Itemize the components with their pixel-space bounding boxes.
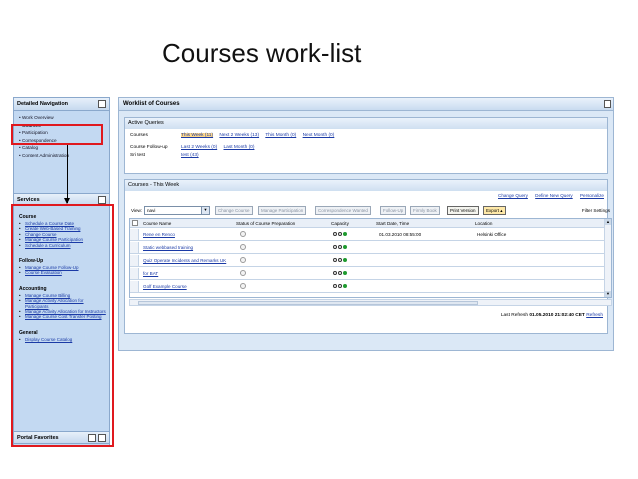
follow-up-button[interactable]: Follow-Up <box>380 206 407 215</box>
worklist-panel: Worklist of Courses Active Queries Cours… <box>118 97 614 351</box>
course-name-link[interactable]: Golf Example Course <box>143 284 187 289</box>
view-label: View: <box>131 208 143 213</box>
query-row: Courses This Week (11) Next 2 Weeks (13)… <box>125 132 607 141</box>
scroll-up-icon[interactable]: ▲ <box>605 219 611 225</box>
chevron-down-icon: ▼ <box>201 207 209 214</box>
column-header-course-name[interactable]: Course Name <box>143 221 171 226</box>
course-name-link[interactable]: for BAT <box>143 271 158 276</box>
table-row[interactable]: Quiz Operate Incidents and Remarks UK <box>130 255 605 267</box>
collapse-icon[interactable] <box>604 100 611 108</box>
query-link[interactable]: Last Month (0) <box>224 145 255 150</box>
change-query-link[interactable]: Change Query <box>498 193 528 198</box>
row-selector[interactable] <box>130 229 139 240</box>
table-row[interactable]: Rene en Renco 01.03.2010 08:55:00 Helsin… <box>130 229 605 241</box>
status-icon <box>240 257 246 263</box>
worklist-header: Worklist of Courses <box>119 98 613 111</box>
column-header-location[interactable]: Location <box>475 221 492 226</box>
status-icon <box>240 231 246 237</box>
services-highlight-box <box>11 204 114 447</box>
query-label: Courses <box>130 133 148 138</box>
query-label: Sri test <box>130 153 145 158</box>
active-queries-box: Active Queries Courses This Week (11) Ne… <box>124 117 608 174</box>
column-header-start-date[interactable]: Start Date, Time <box>376 221 409 226</box>
manage-participation-button[interactable]: Manage Participation <box>258 206 307 215</box>
define-new-query-link[interactable]: Define New Query <box>535 193 573 198</box>
status-icon <box>240 283 246 289</box>
active-queries-title: Active Queries <box>125 118 607 129</box>
filter-settings-links[interactable]: Filter Settings <box>582 208 610 213</box>
collapse-icon[interactable] <box>98 196 106 204</box>
last-refresh-label: Last Refresh <box>500 313 529 318</box>
table-row[interactable]: Golf Example Course <box>130 281 605 293</box>
detailed-navigation-header: Detailed Navigation <box>14 98 109 111</box>
correspondence-wanted-button[interactable]: Correspondence Wanted <box>315 206 371 215</box>
table-row[interactable]: for BAT <box>130 268 605 280</box>
row-selector[interactable] <box>130 281 139 292</box>
capacity-icon <box>333 245 348 250</box>
courses-this-week-box: Courses - This Week Change Query Define … <box>124 179 612 334</box>
personalize-link[interactable]: Personalize <box>580 193 604 198</box>
scroll-thumb[interactable] <box>138 301 478 305</box>
nav-item-work-overview[interactable]: Work Overview <box>19 114 106 122</box>
export-label: Export <box>486 208 500 213</box>
row-selector[interactable] <box>130 255 139 266</box>
query-link[interactable]: Next 2 Weeks (13) <box>219 133 259 138</box>
services-title: Services <box>17 197 40 203</box>
location-cell: Helsinki Office <box>477 232 507 237</box>
last-refresh-value: 01.05.2010 21:02:40 CET <box>529 313 585 318</box>
change-course-button[interactable]: Change Course <box>215 206 253 215</box>
capacity-icon <box>333 271 348 276</box>
query-row: Course Follow-up Last 2 Weeks (0) Last M… <box>125 144 607 153</box>
capacity-icon <box>333 232 348 237</box>
collapse-icon[interactable] <box>98 100 106 108</box>
course-name-link[interactable]: Rene en Renco <box>143 232 175 237</box>
query-link[interactable]: test (43) <box>181 153 199 158</box>
query-link[interactable]: This Week (11) <box>181 133 213 138</box>
table-row[interactable]: Static webbased training <box>130 242 605 254</box>
chevron-down-icon: ▴ <box>500 208 503 213</box>
query-link[interactable]: Last 2 Weeks (0) <box>181 145 217 150</box>
view-select[interactable]: navi ▼ <box>144 206 210 215</box>
print-version-button[interactable]: Print Version <box>447 206 479 215</box>
table-toolbar: View: navi ▼ Change Course Manage Partic… <box>129 205 612 216</box>
firmly-book-button[interactable]: Firmly Book <box>410 206 440 215</box>
column-header-status[interactable]: Status of Course Preparation <box>236 221 295 226</box>
capacity-icon <box>333 284 348 289</box>
horizontal-scrollbar[interactable] <box>129 299 612 306</box>
start-date-cell: 01.03.2010 08:55:00 <box>379 232 422 237</box>
courses-table-title: Courses - This Week <box>125 180 607 191</box>
nav-item-catalog[interactable]: Catalog <box>19 144 106 152</box>
row-selector[interactable] <box>130 242 139 253</box>
row-selector[interactable] <box>130 268 139 279</box>
last-refresh: Last Refresh 01.05.2010 21:02:40 CET Ref… <box>501 313 603 318</box>
vertical-scrollbar[interactable]: ▲ ▼ <box>604 219 611 297</box>
courses-grid: Course Name Status of Course Preparation… <box>129 218 612 298</box>
nav-item-content-administration[interactable]: Content Administration <box>19 152 106 160</box>
scroll-down-icon[interactable]: ▼ <box>605 291 611 297</box>
query-link[interactable]: This Month (0) <box>265 133 296 138</box>
capacity-icon <box>333 258 348 263</box>
table-top-links: Change Query Define New Query Personaliz… <box>498 193 604 198</box>
query-row: Sri test test (43) <box>125 152 607 161</box>
column-header-capacity[interactable]: Capacity <box>331 221 349 226</box>
export-button[interactable]: Export ▴ <box>483 206 506 215</box>
query-label: Course Follow-up <box>130 144 168 150</box>
slide-title: Courses work-list <box>162 38 362 68</box>
query-link[interactable]: Next Month (0) <box>303 133 335 138</box>
pointer-arrow-line <box>67 145 68 203</box>
courses-highlight-box <box>11 124 103 145</box>
status-icon <box>240 270 246 276</box>
refresh-link[interactable]: Refresh <box>586 313 603 318</box>
select-all-checkbox[interactable] <box>132 220 138 226</box>
view-select-value: navi <box>147 208 156 213</box>
status-icon <box>240 244 246 250</box>
course-name-link[interactable]: Static webbased training <box>143 245 193 250</box>
course-name-link[interactable]: Quiz Operate Incidents and Remarks UK <box>143 258 226 263</box>
detailed-navigation-title: Detailed Navigation <box>17 101 69 107</box>
worklist-title: Worklist of Courses <box>123 101 180 107</box>
grid-header-row: Course Name Status of Course Preparation… <box>130 219 605 228</box>
